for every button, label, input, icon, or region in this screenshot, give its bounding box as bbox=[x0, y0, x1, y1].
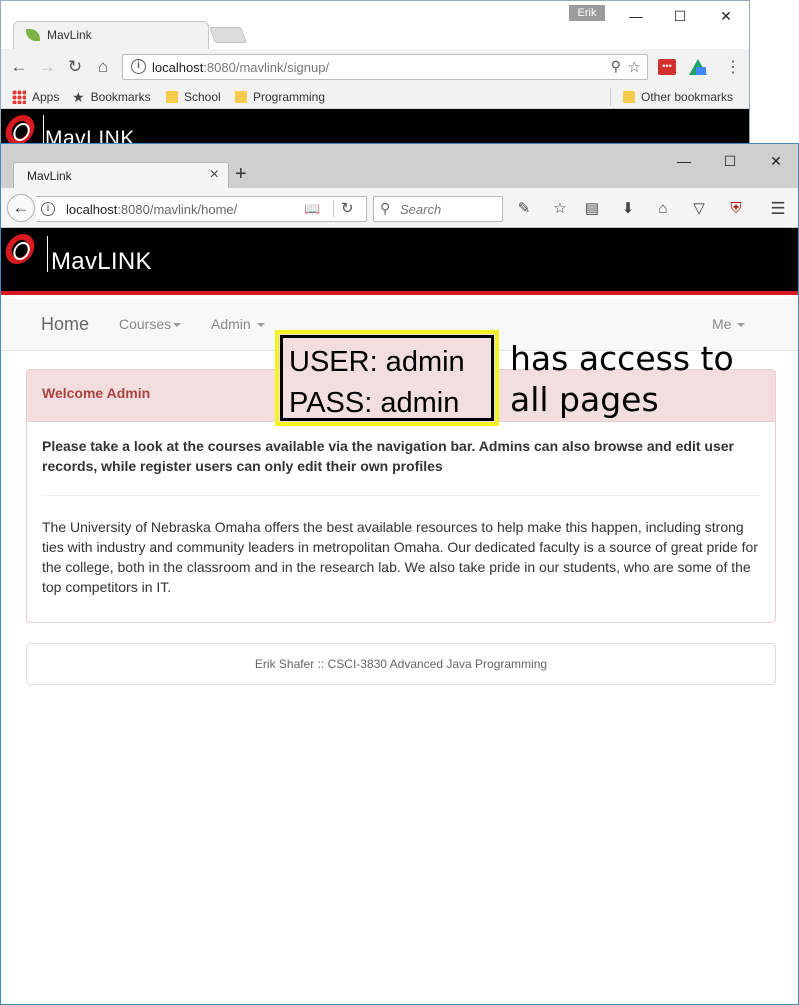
close-tab-icon[interactable]: × bbox=[210, 166, 219, 184]
firefox-window: MavLink × + — ☐ ✕ ← i localhost:8080/mav… bbox=[0, 143, 799, 1005]
annotation-note-line1: has access to bbox=[510, 339, 734, 378]
folder-icon bbox=[235, 91, 247, 103]
star-icon: ★ bbox=[72, 89, 85, 105]
chrome-menu-icon[interactable]: ⋮ bbox=[725, 57, 741, 77]
nav-courses-dropdown[interactable]: Courses bbox=[119, 316, 182, 332]
annotation-user-line: USER: admin bbox=[289, 346, 465, 378]
firefox-close-icon[interactable]: ✕ bbox=[753, 146, 799, 176]
chrome-profile-badge[interactable]: Erik bbox=[569, 5, 605, 21]
chrome-address-bar[interactable]: i localhost:8080/mavlink/signup/ ⚲ ☆ bbox=[122, 54, 648, 80]
panel-body-text: The University of Nebraska Omaha offers … bbox=[42, 519, 758, 595]
search-placeholder: Search bbox=[400, 202, 442, 217]
firefox-search-box[interactable]: ⚲ Search bbox=[373, 196, 503, 222]
reader-view-icon[interactable]: 📖 bbox=[304, 201, 320, 217]
apps-grid-icon bbox=[12, 90, 26, 104]
chrome-toolbar: ← → ↻ ⌂ i localhost:8080/mavlink/signup/… bbox=[1, 49, 749, 85]
bookmark-bookmarks[interactable]: ★ Bookmarks bbox=[72, 89, 151, 105]
chrome-reload-icon[interactable]: ↻ bbox=[65, 57, 85, 77]
nav-admin-label: Admin bbox=[211, 316, 251, 332]
chrome-forward-icon[interactable]: → bbox=[37, 57, 57, 77]
annotation-pass-line: PASS: admin bbox=[289, 387, 460, 419]
new-tab-plus-icon[interactable]: + bbox=[235, 163, 247, 186]
firefox-minimize-icon[interactable]: — bbox=[661, 146, 707, 176]
firefox-menu-icon[interactable]: ☰ bbox=[769, 200, 787, 218]
google-drive-icon[interactable] bbox=[689, 59, 707, 75]
downloads-icon[interactable]: ⬇ bbox=[619, 200, 637, 218]
chrome-bookmarks-bar: Apps ★ Bookmarks School Programming Other… bbox=[1, 85, 749, 109]
firefox-url-path: :8080/mavlink/home/ bbox=[117, 202, 238, 217]
extension-icon[interactable]: ••• bbox=[658, 59, 676, 75]
selenium-icon[interactable]: ✎ bbox=[515, 200, 533, 218]
chrome-window: MavLink Erik — ☐ ✕ ← → ↻ ⌂ i localhost:8… bbox=[0, 0, 750, 150]
access-annotation-text: has access to all pages bbox=[510, 338, 734, 420]
bookmark-programming[interactable]: Programming bbox=[235, 89, 325, 105]
uno-logo-icon bbox=[2, 233, 38, 265]
bookmark-apps[interactable]: Apps bbox=[12, 89, 59, 105]
chrome-new-tab-button[interactable] bbox=[209, 27, 247, 43]
annotation-note-line2: all pages bbox=[510, 380, 659, 419]
nav-me-label: Me bbox=[712, 316, 732, 332]
home-icon[interactable]: ⌂ bbox=[654, 200, 672, 218]
chrome-close-icon[interactable]: ✕ bbox=[703, 1, 749, 31]
chrome-url[interactable]: localhost:8080/mavlink/signup/ bbox=[152, 60, 329, 75]
firefox-tab-title: MavLink bbox=[27, 169, 72, 183]
nav-me-dropdown[interactable]: Me bbox=[712, 316, 746, 332]
chrome-home-icon[interactable]: ⌂ bbox=[93, 57, 113, 77]
bookmark-label: Apps bbox=[32, 90, 60, 104]
chrome-tab[interactable]: MavLink bbox=[13, 21, 209, 49]
firefox-url-host: localhost bbox=[66, 202, 118, 217]
chrome-minimize-icon[interactable]: — bbox=[613, 1, 659, 31]
chevron-down-icon bbox=[256, 323, 265, 328]
info-icon[interactable]: i bbox=[41, 202, 55, 216]
firefox-maximize-icon[interactable]: ☐ bbox=[707, 146, 753, 176]
bookmarks-library-icon[interactable]: ▤ bbox=[583, 200, 601, 218]
mavlink-brand[interactable]: MavLINK bbox=[51, 248, 152, 276]
firefox-reload-icon[interactable]: ↻ bbox=[341, 199, 354, 217]
search-icon: ⚲ bbox=[380, 200, 391, 216]
chrome-maximize-icon[interactable]: ☐ bbox=[657, 1, 703, 31]
folder-icon bbox=[623, 91, 635, 103]
logo-divider bbox=[47, 236, 48, 272]
firefox-toolbar: ← i localhost:8080/mavlink/home/ 📖 ↻ ⚲ S… bbox=[1, 188, 798, 228]
folder-icon bbox=[166, 91, 178, 103]
url-divider bbox=[333, 200, 334, 218]
chrome-tabstrip: MavLink Erik — ☐ ✕ bbox=[1, 1, 749, 49]
page-footer: Erik Shafer :: CSCI-3830 Advanced Java P… bbox=[26, 643, 776, 685]
panel-lead-text: Please take a look at the courses availa… bbox=[42, 438, 734, 474]
bookmark-label: Programming bbox=[253, 90, 326, 104]
chrome-back-icon[interactable]: ← bbox=[9, 57, 29, 77]
bookmark-star-icon[interactable]: ☆ bbox=[551, 200, 569, 218]
firefox-url[interactable]: localhost:8080/mavlink/home/ bbox=[66, 202, 237, 217]
bookmark-other[interactable]: Other bookmarks bbox=[623, 89, 733, 105]
chrome-url-path: :8080/mavlink/signup/ bbox=[203, 60, 330, 75]
mavlink-header: MavLINK bbox=[1, 228, 798, 295]
firefox-tabstrip: MavLink × + — ☐ ✕ bbox=[1, 144, 799, 189]
firefox-tab[interactable]: MavLink × bbox=[13, 162, 229, 189]
bookmark-label: Other bookmarks bbox=[641, 90, 734, 104]
panel-divider bbox=[42, 495, 760, 496]
firefox-back-icon[interactable]: ← bbox=[7, 194, 35, 222]
chevron-down-icon bbox=[173, 323, 182, 328]
chrome-url-host: localhost bbox=[152, 60, 204, 75]
bookmarks-divider bbox=[610, 88, 611, 106]
bookmark-label: Bookmarks bbox=[90, 90, 151, 104]
spring-leaf-icon bbox=[26, 29, 40, 41]
bookmark-school[interactable]: School bbox=[166, 89, 221, 105]
nav-courses-label: Courses bbox=[119, 316, 172, 332]
firefox-url-bar[interactable]: i localhost:8080/mavlink/home/ 📖 ↻ bbox=[36, 196, 367, 222]
zoom-icon[interactable]: ⚲ bbox=[611, 58, 621, 75]
credentials-annotation-box: USER: admin PASS: admin bbox=[275, 330, 499, 426]
chevron-down-icon bbox=[737, 323, 746, 328]
nav-admin-dropdown[interactable]: Admin bbox=[211, 316, 265, 332]
pocket-icon[interactable]: ▽ bbox=[690, 200, 708, 218]
bookmark-label: School bbox=[184, 90, 221, 104]
nav-home-link[interactable]: Home bbox=[41, 314, 89, 335]
info-icon[interactable]: i bbox=[131, 59, 146, 74]
ublock-shield-icon[interactable]: ⛨ bbox=[727, 200, 745, 218]
chrome-tab-title: MavLink bbox=[47, 28, 92, 42]
uno-logo-icon bbox=[2, 114, 38, 146]
credentials-annotation-inner: USER: admin PASS: admin bbox=[280, 335, 494, 421]
bookmark-star-icon[interactable]: ☆ bbox=[628, 58, 641, 76]
